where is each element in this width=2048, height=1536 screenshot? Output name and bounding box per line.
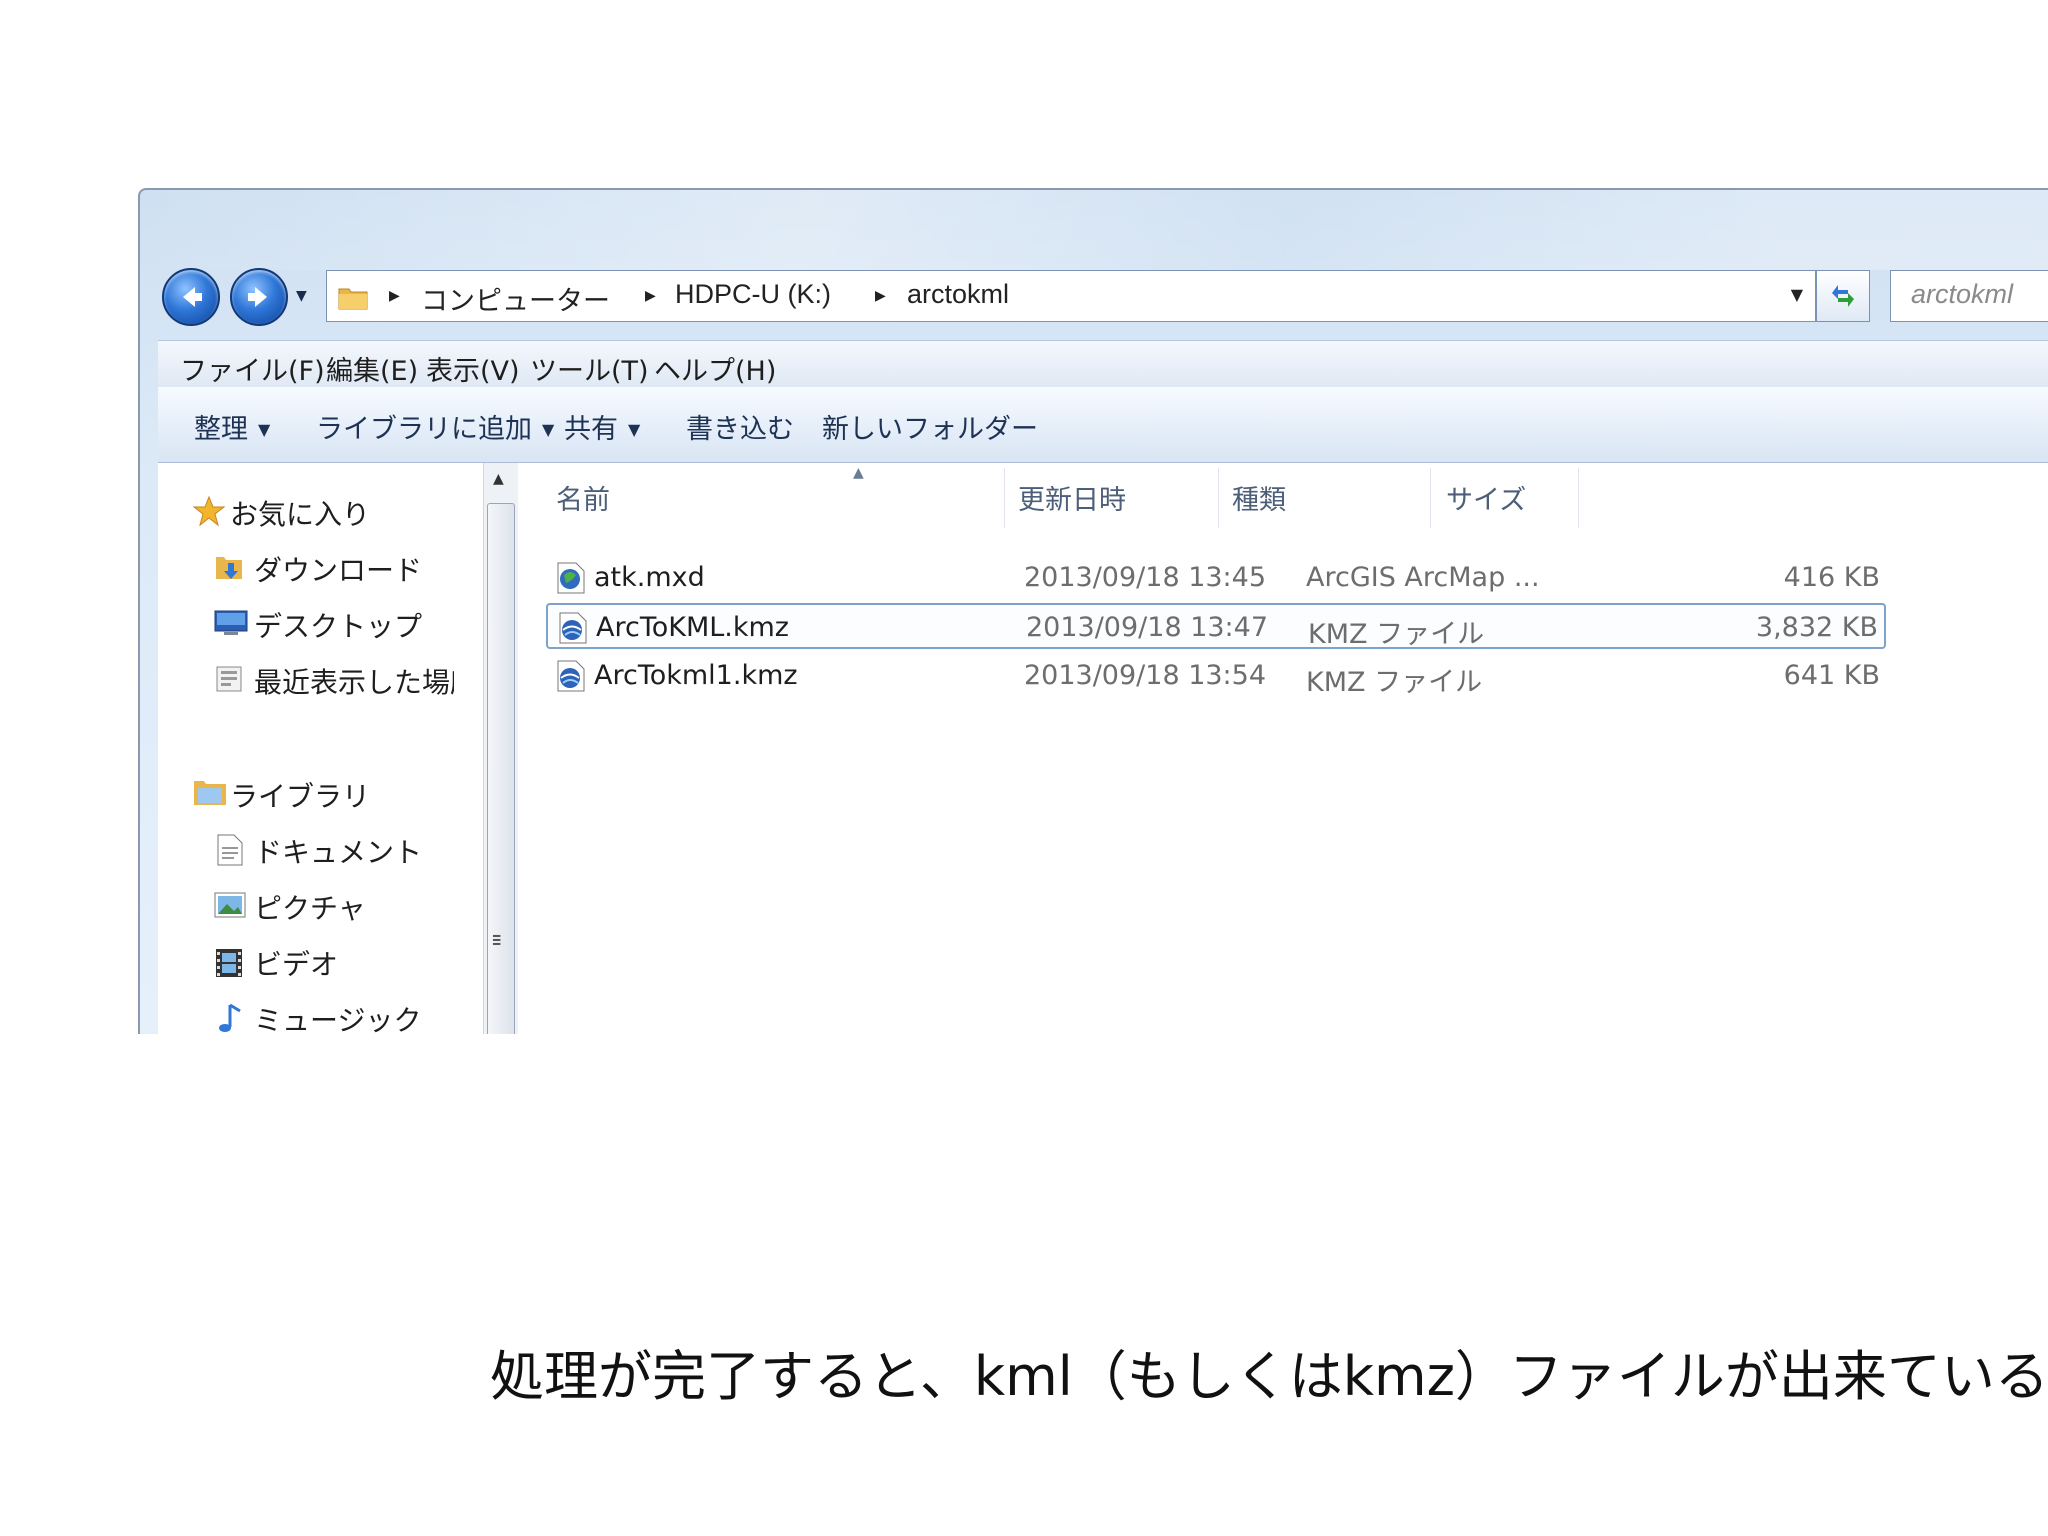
recent-pages-dropdown[interactable]: ▼ <box>296 288 307 304</box>
nav-favorites[interactable]: お気に入り <box>230 493 370 533</box>
sort-ascending-icon: ▲ <box>853 465 864 481</box>
column-divider[interactable] <box>1004 468 1005 528</box>
refresh-button[interactable] <box>1816 270 1870 322</box>
command-bar: 整理 ▼ ライブラリに追加 ▼ 共有 ▼ 書き込む 新しいフォルダー <box>158 387 2048 463</box>
share-button[interactable]: 共有 ▼ <box>564 407 640 446</box>
nav-documents[interactable]: ドキュメント <box>254 831 422 871</box>
nav-pictures[interactable]: ピクチャ <box>254 887 366 927</box>
breadcrumb-separator-icon[interactable]: ▶ <box>389 288 400 304</box>
breadcrumb-drive[interactable]: HDPC-U (K:) <box>675 279 831 310</box>
chevron-down-icon: ▼ <box>628 420 641 439</box>
organize-label: 整理 <box>194 414 248 445</box>
chevron-down-icon: ▼ <box>542 420 555 439</box>
file-date: 2013/09/18 13:47 <box>1026 612 1269 643</box>
table-row[interactable]: atk.mxd 2013/09/18 13:45 ArcGIS ArcMap .… <box>546 555 1886 601</box>
file-list: ▲ 名前 更新日時 種類 サイズ atk.mxd 2013/09/18 13:4… <box>518 463 2048 1034</box>
back-arrow-icon <box>183 287 202 307</box>
desktop-icon <box>214 610 248 635</box>
kmz-file-icon <box>557 660 585 692</box>
scroll-up-arrow-icon[interactable]: ▲ <box>493 471 504 487</box>
file-date: 2013/09/18 13:54 <box>1024 660 1267 691</box>
forward-arrow-icon <box>248 287 267 307</box>
menu-bar: ファイル(F) 編集(E) 表示(V) ツール(T) ヘルプ(H) <box>158 340 2048 388</box>
nav-recent-places[interactable]: 最近表示した場所 <box>254 661 454 701</box>
slide-caption: 処理が完了すると、kml（もしくはkmz）ファイルが出来ている <box>490 1345 2048 1408</box>
menu-file[interactable]: ファイル(F) <box>180 349 325 388</box>
navigation-pane: お気に入り ダウンロード デスクトップ 最近表示した場所 ライブラリ <box>158 463 484 1034</box>
file-name: ArcToKML.kmz <box>596 612 789 643</box>
search-input[interactable]: arctokml <box>1890 270 2048 322</box>
file-size: 3,832 KB <box>1755 612 1878 643</box>
file-size: 641 KB <box>1783 660 1880 691</box>
breadcrumb-separator-icon[interactable]: ▶ <box>875 288 886 304</box>
nav-libraries[interactable]: ライブラリ <box>230 775 370 815</box>
add-to-library-label: ライブラリに追加 <box>316 414 532 445</box>
music-icon <box>219 1003 241 1032</box>
menu-edit[interactable]: 編集(E) <box>326 349 418 388</box>
back-button[interactable] <box>162 268 220 326</box>
breadcrumb-folder[interactable]: arctokml <box>907 279 1009 310</box>
file-date: 2013/09/18 13:45 <box>1024 562 1267 593</box>
breadcrumb-separator-icon[interactable]: ▶ <box>645 288 656 304</box>
column-header-type[interactable]: 種類 <box>1232 478 1286 517</box>
folder-icon <box>338 288 368 310</box>
column-header-size[interactable]: サイズ <box>1446 478 1526 517</box>
downloads-folder-icon <box>216 557 242 579</box>
column-header-date[interactable]: 更新日時 <box>1018 478 1126 517</box>
videos-icon <box>216 949 242 977</box>
pictures-icon <box>214 892 246 918</box>
kmz-file-icon <box>559 612 587 644</box>
arcmap-document-icon <box>557 562 585 594</box>
file-name: ArcTokml1.kmz <box>594 660 798 691</box>
file-type: KMZ ファイル <box>1306 667 1483 698</box>
share-label: 共有 <box>564 414 618 445</box>
column-divider[interactable] <box>1578 468 1579 528</box>
star-icon <box>192 495 226 527</box>
table-row[interactable]: ArcTokml1.kmz 2013/09/18 13:54 KMZ ファイル … <box>546 653 1886 699</box>
add-to-library-button[interactable]: ライブラリに追加 ▼ <box>316 407 554 446</box>
nav-music[interactable]: ミュージック <box>254 999 421 1034</box>
documents-icon <box>217 834 243 866</box>
nav-videos[interactable]: ビデオ <box>254 943 338 983</box>
nav-desktop[interactable]: デスクトップ <box>254 605 422 645</box>
grip-icon: ━ ━ ━ <box>493 929 501 951</box>
menu-tools[interactable]: ツール(T) <box>530 349 649 388</box>
file-type: ArcGIS ArcMap ... <box>1306 562 1540 593</box>
libraries-icon <box>194 781 226 805</box>
chevron-down-icon: ▼ <box>258 420 271 439</box>
breadcrumb-computer[interactable]: コンピューター <box>421 279 610 318</box>
title-bar <box>140 190 2048 270</box>
forward-button[interactable] <box>230 268 288 326</box>
column-header-name[interactable]: 名前 <box>556 478 610 517</box>
nav-downloads[interactable]: ダウンロード <box>254 549 422 589</box>
refresh-icon <box>1832 285 1854 307</box>
recent-places-icon <box>216 666 242 692</box>
scrollbar-thumb[interactable]: ━ ━ ━ <box>487 503 515 1034</box>
menu-help[interactable]: ヘルプ(H) <box>654 349 776 388</box>
column-divider[interactable] <box>1430 468 1431 528</box>
address-bar[interactable]: ▶ コンピューター ▶ HDPC-U (K:) ▶ arctokml ▼ <box>326 270 1816 322</box>
address-history-dropdown-icon[interactable]: ▼ <box>1791 285 1803 304</box>
navigation-pane-scrollbar[interactable]: ▲ ━ ━ ━ <box>483 463 519 1034</box>
organize-button[interactable]: 整理 ▼ <box>194 407 270 446</box>
explorer-window: ▼ ▶ コンピューター ▶ HDPC-U (K:) ▶ arctokml ▼ a… <box>138 188 2048 1034</box>
table-row-selected[interactable]: ArcToKML.kmz 2013/09/18 13:47 KMZ ファイル 3… <box>546 603 1886 650</box>
file-name: atk.mxd <box>594 562 705 593</box>
burn-button[interactable]: 書き込む <box>686 407 794 446</box>
file-type: KMZ ファイル <box>1308 619 1485 650</box>
file-size: 416 KB <box>1783 562 1880 593</box>
new-folder-button[interactable]: 新しいフォルダー <box>822 407 1038 446</box>
column-divider[interactable] <box>1218 468 1219 528</box>
menu-view[interactable]: 表示(V) <box>426 349 520 388</box>
